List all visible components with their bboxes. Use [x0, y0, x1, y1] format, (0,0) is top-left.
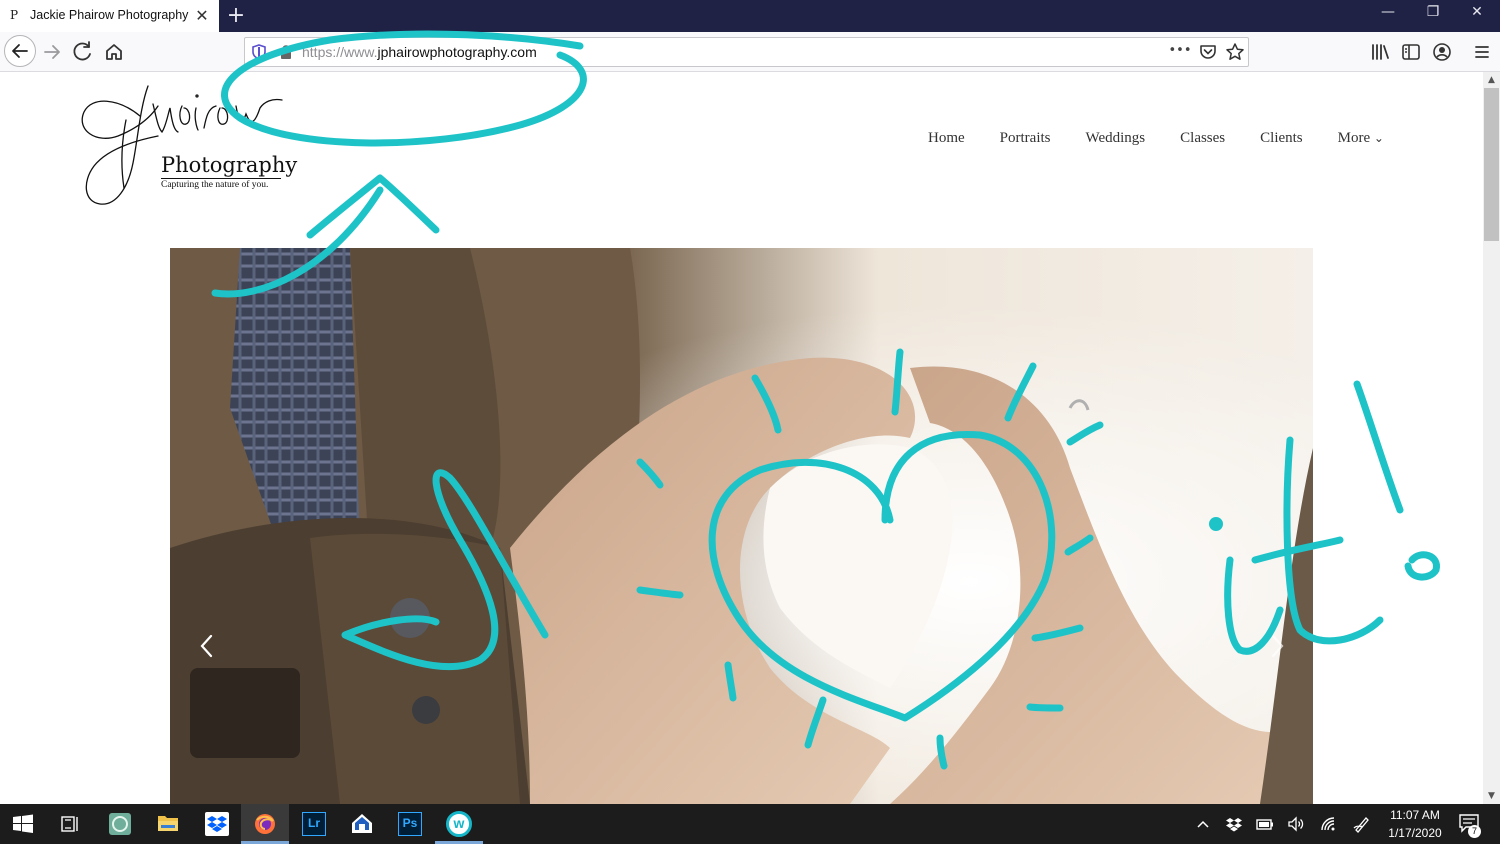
tray-overflow-chevron-icon[interactable]	[1193, 814, 1213, 834]
start-icon[interactable]	[12, 814, 34, 834]
nav-link-more[interactable]: More ⌄	[1338, 130, 1384, 152]
library-icon[interactable]	[1369, 42, 1391, 62]
taskbar-clock-date[interactable]: 1/17/2020	[1380, 826, 1450, 840]
close-window-button[interactable]: ✕	[1462, 4, 1492, 28]
sidebar-icon[interactable]	[1401, 42, 1421, 62]
logo-divider	[161, 178, 281, 179]
url-text[interactable]: https://www.jphairowphotography.com	[302, 44, 537, 60]
tracking-shield-icon[interactable]	[251, 44, 267, 60]
account-icon[interactable]	[1432, 42, 1452, 62]
app-icon-green[interactable]	[108, 812, 132, 836]
logo-tagline: Capturing the nature of you.	[161, 180, 269, 190]
scroll-down-icon[interactable]: ▼	[1483, 788, 1500, 804]
back-arrow-icon	[12, 44, 28, 58]
new-tab-button[interactable]: +	[224, 4, 248, 28]
hero-photo[interactable]	[170, 248, 1313, 804]
url-prefix: https://www.	[302, 44, 378, 60]
menu-icon[interactable]	[1472, 42, 1492, 62]
chevron-down-icon: ⌄	[1373, 131, 1384, 145]
wifi-icon[interactable]	[1318, 814, 1338, 834]
nav-link-clients[interactable]: Clients	[1260, 130, 1303, 152]
lock-icon[interactable]	[279, 44, 293, 60]
file-explorer-icon[interactable]	[157, 813, 179, 833]
w-app-icon: w	[446, 811, 472, 837]
tab-title: Jackie Phairow Photography	[30, 8, 189, 22]
lightroom-icon[interactable]: Lr	[302, 812, 326, 836]
tab-close-icon[interactable]: ✕	[192, 6, 212, 26]
signature-logo-icon[interactable]	[78, 78, 288, 210]
nav-link-weddings[interactable]: Weddings	[1086, 130, 1146, 152]
scrollbar-thumb[interactable]	[1484, 88, 1499, 241]
firefox-icon	[255, 814, 275, 834]
nav-link-portraits[interactable]: Portraits	[1000, 130, 1051, 152]
firefox-taskbar-button[interactable]	[241, 804, 289, 844]
photoshop-icon[interactable]: Ps	[398, 812, 422, 836]
home-icon[interactable]	[100, 38, 128, 66]
slider-next-arrow-icon[interactable]	[1266, 632, 1288, 660]
pen-workspace-icon[interactable]	[1352, 814, 1372, 834]
pocket-icon[interactable]	[1198, 42, 1218, 62]
logo-wordmark[interactable]: Photography	[161, 153, 297, 177]
site-nav-menu: Home Portraits Weddings Classes Clients …	[928, 130, 1384, 152]
volume-icon[interactable]	[1286, 814, 1306, 834]
bookmark-star-icon[interactable]	[1225, 42, 1245, 62]
nav-more-label: More	[1337, 130, 1371, 146]
page-actions-icon[interactable]: •••	[1166, 43, 1194, 61]
nav-link-classes[interactable]: Classes	[1180, 130, 1225, 152]
forward-arrow-icon[interactable]	[38, 38, 66, 66]
tray-dropbox-icon[interactable]	[1224, 814, 1244, 834]
reload-icon[interactable]	[69, 38, 97, 66]
url-host: jphairowphotography.com	[377, 44, 537, 60]
nav-link-home[interactable]: Home	[928, 130, 965, 152]
home-app-icon[interactable]	[350, 811, 374, 835]
w-app-taskbar-button[interactable]: w	[435, 804, 483, 844]
task-view-icon[interactable]	[60, 814, 80, 834]
battery-icon[interactable]	[1255, 814, 1275, 834]
taskbar-clock-time[interactable]: 11:07 AM	[1380, 808, 1450, 822]
slider-prev-arrow-icon[interactable]	[196, 632, 218, 660]
dropbox-icon[interactable]	[205, 812, 229, 836]
tab-favicon-icon: P	[10, 8, 19, 22]
scroll-up-icon[interactable]: ▲	[1483, 72, 1500, 88]
back-button[interactable]	[4, 35, 36, 67]
notification-count-badge: 7	[1468, 825, 1481, 838]
restore-button[interactable]: ❐	[1418, 4, 1448, 28]
minimize-button[interactable]: —	[1373, 4, 1403, 28]
